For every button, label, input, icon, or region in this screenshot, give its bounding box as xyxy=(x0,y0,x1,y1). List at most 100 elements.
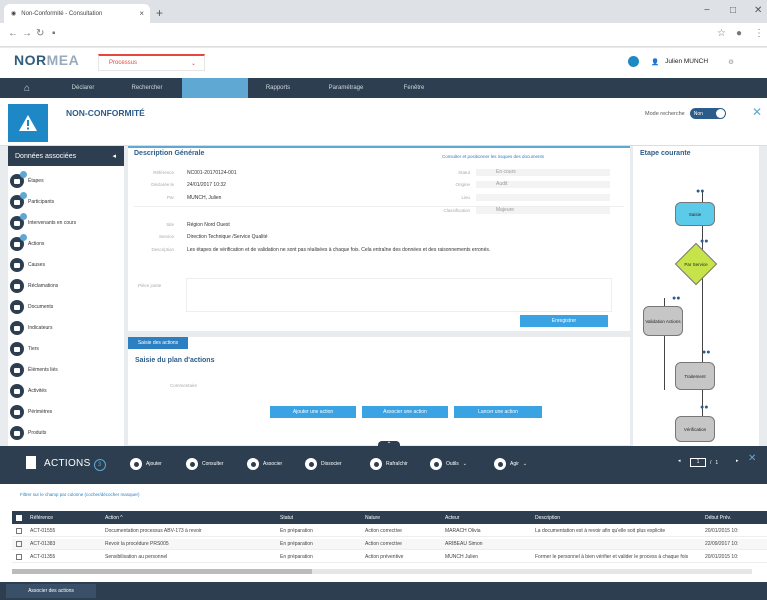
menu-rapports[interactable]: Rapports xyxy=(248,78,308,98)
table-row[interactable]: ACT-01383 Revoir la procédure PRS005 En … xyxy=(12,539,767,550)
cell-nature: Action préventive xyxy=(365,554,404,560)
tool-consulter[interactable]: Consulter xyxy=(186,458,223,470)
tab-saisie-actions[interactable]: Saisie des actions xyxy=(128,337,188,349)
filter-link[interactable]: Filtrer sur le champ par colonne (cocher… xyxy=(20,492,140,497)
col-statut[interactable]: Statut xyxy=(276,515,361,521)
sidebar-item-elements-lies[interactable]: Éléments liés xyxy=(10,363,58,377)
sidebar-item-produits[interactable]: Produits xyxy=(10,426,46,440)
field-label: Par xyxy=(166,195,174,200)
tool-dissocier[interactable]: Dissocier xyxy=(305,458,342,470)
select-all-checkbox[interactable] xyxy=(16,514,22,521)
sidebar-item-actions[interactable]: Actions xyxy=(10,234,44,251)
maximize-icon[interactable]: □ xyxy=(730,5,736,16)
settings-gear-icon[interactable]: ⚙ xyxy=(728,58,734,66)
browser-tab[interactable]: ◉ Non-Conformité - Consultation × xyxy=(4,4,150,23)
table-row[interactable]: ACT-01355 Sensibilisation au personnel E… xyxy=(12,552,767,563)
row-checkbox[interactable] xyxy=(16,541,22,547)
field-label: Référence xyxy=(153,170,174,175)
tool-rafraichir[interactable]: Rafraîchir xyxy=(370,458,408,470)
chevron-down-icon: ⌄ xyxy=(190,60,196,67)
bookmark-star-icon[interactable]: ☆ xyxy=(717,28,726,39)
associate-action-button[interactable]: Associer une action xyxy=(362,406,448,418)
close-actions-icon[interactable]: ✕ xyxy=(748,453,756,464)
col-nature[interactable]: Nature xyxy=(361,515,441,521)
row-checkbox[interactable] xyxy=(16,554,22,560)
collapse-icon[interactable]: ◂ xyxy=(112,152,116,160)
user-icon[interactable]: 👤 xyxy=(651,58,659,66)
tool-ajouter[interactable]: Ajouter xyxy=(130,458,162,470)
menu-fenetre[interactable]: Fenêtre xyxy=(384,78,444,98)
sidebar-item-etapes[interactable]: Étapes xyxy=(10,171,44,188)
node-par-service[interactable]: Par Service xyxy=(676,256,716,272)
sidebar-item-reclamations[interactable]: Réclamations xyxy=(10,279,58,293)
sidebar-item-indicateurs[interactable]: Indicateurs xyxy=(10,321,52,335)
tool-outils[interactable]: Outils ⌄ xyxy=(430,458,467,470)
action-plan-title: Saisie du plan d'actions xyxy=(135,357,215,364)
sidebar-item-intervenants[interactable]: Intervenants en cours xyxy=(10,213,76,230)
tool-associer[interactable]: Associer xyxy=(247,458,282,470)
horizontal-scrollbar[interactable] xyxy=(12,569,752,574)
col-debut[interactable]: Début Prév. xyxy=(701,515,761,521)
sidebar-item-causes[interactable]: Causes xyxy=(10,258,45,272)
sidebar-item-documents[interactable]: Documents xyxy=(10,300,53,314)
menu-rechercher[interactable]: Rechercher xyxy=(112,78,182,98)
profile-icon[interactable]: ● xyxy=(736,28,742,39)
col-reference[interactable]: Référence xyxy=(26,515,101,521)
window-close-icon[interactable]: ✕ xyxy=(754,5,762,16)
field-service: Direction Technique /Service Qualité xyxy=(187,234,268,240)
col-description[interactable]: Description xyxy=(531,515,701,521)
sidebar-item-tiers[interactable]: Tiers xyxy=(10,342,39,356)
process-selector[interactable]: Processus ⌄ xyxy=(98,54,205,71)
node-validation[interactable]: Validation Actions xyxy=(643,306,683,336)
cell-acteur: ARIBEAU Simon xyxy=(445,541,483,547)
field-site: Région Nord Ouest xyxy=(187,222,230,228)
node-users-icon: ●● xyxy=(702,349,711,356)
sidebar-item-activites[interactable]: Activités xyxy=(10,384,47,398)
status-select[interactable]: En cours xyxy=(476,169,610,176)
expand-panel-icon[interactable]: ⌃ xyxy=(378,441,400,451)
user-name[interactable]: Julien MUNCH xyxy=(665,58,708,65)
sidebar-item-perimetres[interactable]: Périmètres xyxy=(10,405,52,419)
forward-icon[interactable]: → xyxy=(22,28,32,39)
home-icon[interactable]: ⌂ xyxy=(0,78,54,98)
pager-next-icon[interactable]: ▸ xyxy=(736,458,739,464)
tool-agir[interactable]: Agir ⌄ xyxy=(494,458,527,470)
field-label: Site xyxy=(166,222,174,227)
search-mode-toggle[interactable]: Non xyxy=(689,108,726,119)
row-checkbox[interactable] xyxy=(16,528,22,534)
save-button[interactable]: Enregistrer xyxy=(520,315,608,327)
cell-debut: 22/09/2017 10: xyxy=(705,541,739,547)
back-icon[interactable]: ← xyxy=(8,28,18,39)
col-action[interactable]: Action ^ xyxy=(101,515,276,521)
browser-menu-icon[interactable]: ⋮ xyxy=(754,28,764,39)
node-saisie[interactable]: Saisie xyxy=(675,202,715,226)
cell-reference: ACT-01355 xyxy=(30,554,56,560)
location-field[interactable] xyxy=(476,194,610,201)
menu-consulter[interactable]: Consulter xyxy=(182,78,248,98)
launch-action-button[interactable]: Lancer une action xyxy=(454,406,542,418)
associate-actions-button[interactable]: Associer des actions xyxy=(6,584,96,598)
help-icon[interactable] xyxy=(628,56,639,67)
sidebar-header: Données associées ◂ xyxy=(8,146,124,166)
consult-risks-link[interactable]: Consulter et positionner les risques des… xyxy=(442,154,544,159)
attachment-area[interactable] xyxy=(186,278,612,312)
reload-icon[interactable]: ↻ xyxy=(36,28,44,39)
close-tab-icon[interactable]: × xyxy=(139,9,144,18)
table-row[interactable]: ACT-01555 Documentation processus ABV-17… xyxy=(12,526,767,537)
classification-select[interactable]: Majeure xyxy=(476,207,610,214)
node-traitement[interactable]: Traitement xyxy=(675,362,715,390)
menu-declarer[interactable]: Déclarer xyxy=(54,78,112,98)
site-info-icon[interactable]: ▪ xyxy=(52,28,56,39)
cell-acteur: MARACH Olivia xyxy=(445,528,481,534)
page-input[interactable]: 1 xyxy=(690,458,706,467)
origin-select[interactable]: Audit xyxy=(476,181,610,188)
add-action-button[interactable]: Ajouter une action xyxy=(270,406,356,418)
pager-prev-icon[interactable]: ◂ xyxy=(678,458,681,464)
col-acteur[interactable]: Acteur xyxy=(441,515,531,521)
close-record-icon[interactable]: ✕ xyxy=(752,105,762,119)
sidebar-item-participants[interactable]: Participants xyxy=(10,192,54,209)
menu-parametrage[interactable]: Paramétrage xyxy=(308,78,384,98)
minimize-icon[interactable]: − xyxy=(704,5,710,16)
node-verification[interactable]: Vérification xyxy=(675,416,715,442)
new-tab-icon[interactable]: + xyxy=(156,6,163,20)
